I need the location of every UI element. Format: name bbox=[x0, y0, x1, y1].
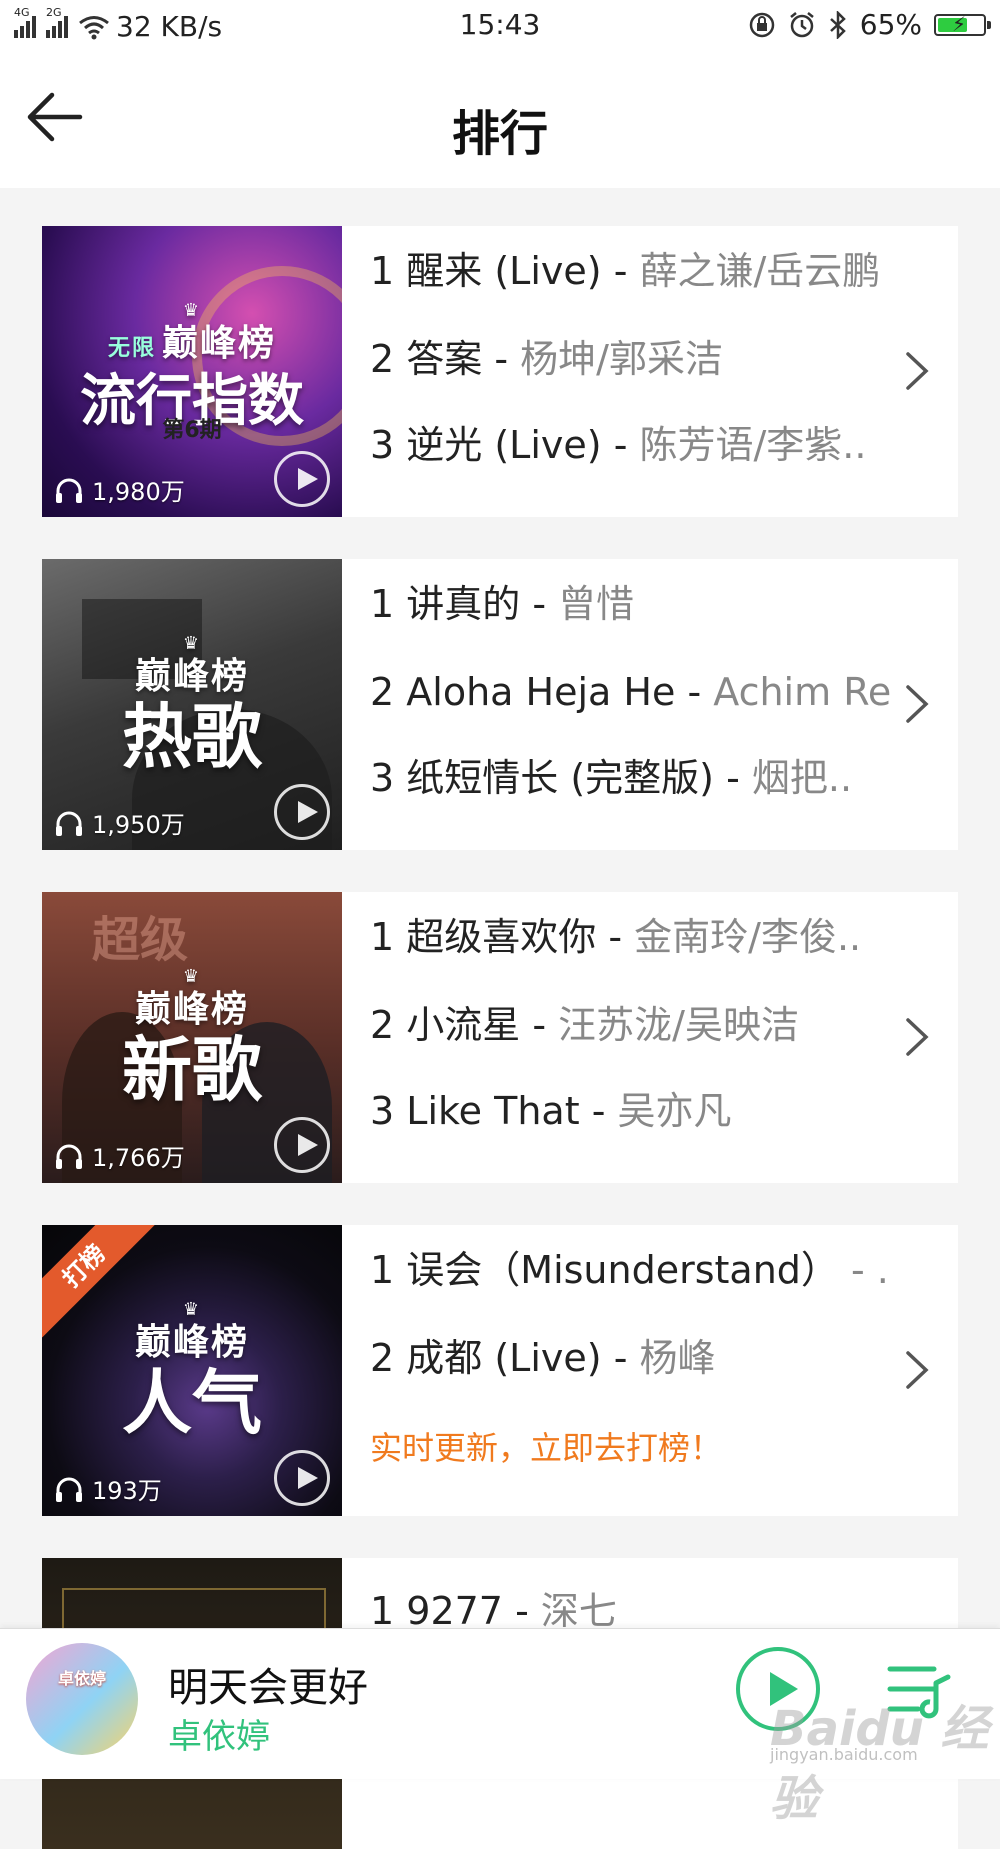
cover-title: 人气 bbox=[122, 1362, 262, 1444]
playlist-icon[interactable] bbox=[884, 1659, 954, 1723]
status-bar: 4G 2G 32 KB/s 15:43 65% ⚡ bbox=[0, 0, 1000, 52]
chevron-right-icon bbox=[906, 352, 929, 390]
cover-subtitle: 第6期 bbox=[162, 418, 222, 443]
chart-card-new-songs[interactable]: 超级 ♛ 巅峰榜 新歌 1,766万 1 超级喜欢你 - 金南玲/李俊.. 2 小… bbox=[42, 892, 958, 1183]
chevron-right-icon bbox=[906, 1351, 929, 1389]
battery-icon: ⚡ bbox=[934, 12, 991, 36]
play-icon[interactable] bbox=[274, 784, 330, 840]
album-art[interactable]: 卓依婷 bbox=[26, 1643, 138, 1755]
status-right: 65% ⚡ bbox=[748, 8, 991, 41]
track-item: 2 Aloha Heja He - Achim Re.. bbox=[370, 670, 890, 714]
play-count-value: 193万 bbox=[92, 1477, 162, 1505]
track-item: 3 纸短情长 (完整版) - 烟把.. bbox=[370, 756, 853, 800]
chevron-right-icon bbox=[906, 685, 929, 723]
watermark-url: jingyan.baidu.com bbox=[770, 1745, 918, 1764]
lock-rotation-icon bbox=[749, 12, 775, 37]
track-item: 3 Like That - 吴亦凡 bbox=[370, 1089, 732, 1133]
play-count: 1,766万 bbox=[54, 1138, 185, 1173]
track-item: 1 醒来 (Live) - 薛之谦/岳云鹏 bbox=[370, 249, 881, 293]
back-arrow-icon bbox=[27, 92, 83, 142]
back-button[interactable] bbox=[20, 82, 100, 152]
play-icon[interactable] bbox=[274, 1117, 330, 1173]
cover-bg-text: 超级 bbox=[92, 912, 189, 968]
play-icon[interactable] bbox=[274, 1450, 330, 1506]
play-count: 1,980万 bbox=[54, 472, 185, 507]
chart-card-pop-index[interactable]: ♛ 无限 巅峰榜 流行指数 第6期 1,980万 1 醒来 (Live) - 薛之… bbox=[42, 226, 958, 517]
cover-title: 新歌 bbox=[122, 1029, 262, 1111]
track-list: 1 醒来 (Live) - 薛之谦/岳云鹏 2 答案 - 杨坤/郭采洁 3 逆光… bbox=[342, 226, 958, 517]
now-playing-title: 明天会更好 bbox=[168, 1665, 368, 1711]
track-item: 1 讲真的 - 曾惜 bbox=[370, 582, 635, 626]
track-list: 1 讲真的 - 曾惜 2 Aloha Heja He - Achim Re.. … bbox=[342, 559, 958, 850]
track-item: 2 小流星 - 汪苏泷/吴映洁 bbox=[370, 1003, 799, 1047]
headphones-icon bbox=[56, 1144, 82, 1169]
track-item: 1 误会（Misunderstand） - .. bbox=[370, 1248, 890, 1292]
chart-card-hot-songs[interactable]: ♛ 巅峰榜 热歌 1,950万 1 讲真的 - 曾惜 2 Aloha Heja H… bbox=[42, 559, 958, 850]
chart-cover: 打榜 ♛ 巅峰榜 人气 193万 bbox=[42, 1225, 342, 1516]
album-art-text: 卓依婷 bbox=[57, 1669, 106, 1688]
track-item: 1 超级喜欢你 - 金南玲/李俊.. bbox=[370, 915, 862, 959]
track-list: 1 超级喜欢你 - 金南玲/李俊.. 2 小流星 - 汪苏泷/吴映洁 3 Lik… bbox=[342, 892, 958, 1183]
track-list: 1 误会（Misunderstand） - .. 2 成都 (Live) - 杨… bbox=[342, 1225, 958, 1516]
title-bar: 排行 bbox=[0, 52, 1000, 188]
headphones-icon bbox=[56, 1477, 82, 1502]
mini-player[interactable]: 卓依婷 明天会更好 卓依婷 Baidu 经验 jingyan.baidu.com bbox=[0, 1628, 1000, 1827]
battery-percent: 65% bbox=[859, 8, 922, 41]
page-title: 排行 bbox=[451, 106, 548, 162]
play-count-value: 1,766万 bbox=[92, 1144, 185, 1172]
chart-card-popularity[interactable]: 打榜 ♛巅峰榜 人气 193万 1 误会（Misunderstand） - ..… bbox=[42, 1225, 958, 1516]
track-item: 2 答案 - 杨坤/郭采洁 bbox=[370, 337, 723, 381]
cover-title: 热歌 bbox=[122, 696, 262, 778]
play-pause-button[interactable] bbox=[736, 1647, 820, 1731]
headphones-icon bbox=[56, 478, 82, 503]
promo-link[interactable]: 实时更新，立即去打榜！ bbox=[370, 1425, 890, 1471]
play-icon[interactable] bbox=[274, 451, 330, 507]
play-count: 1,950万 bbox=[54, 805, 185, 840]
headphones-icon bbox=[56, 811, 82, 836]
chart-cover: 超级 ♛ 巅峰榜 新歌 1,766万 bbox=[42, 892, 342, 1183]
now-playing-artist: 卓依婷 bbox=[168, 1717, 270, 1757]
play-count: 193万 bbox=[54, 1471, 162, 1506]
track-item: 2 成都 (Live) - 杨峰 bbox=[370, 1336, 716, 1380]
chart-cover: ♛ 无限 巅峰榜 流行指数 第6期 1,980万 bbox=[42, 226, 342, 517]
play-count-value: 1,980万 bbox=[92, 478, 185, 506]
play-count-value: 1,950万 bbox=[92, 811, 185, 839]
alarm-icon bbox=[789, 11, 814, 37]
chevron-right-icon bbox=[906, 1018, 929, 1056]
bluetooth-icon bbox=[829, 10, 846, 39]
track-item: 3 逆光 (Live) - 陈芳语/李紫.. bbox=[370, 423, 867, 467]
chart-cover: ♛ 巅峰榜 热歌 1,950万 bbox=[42, 559, 342, 850]
